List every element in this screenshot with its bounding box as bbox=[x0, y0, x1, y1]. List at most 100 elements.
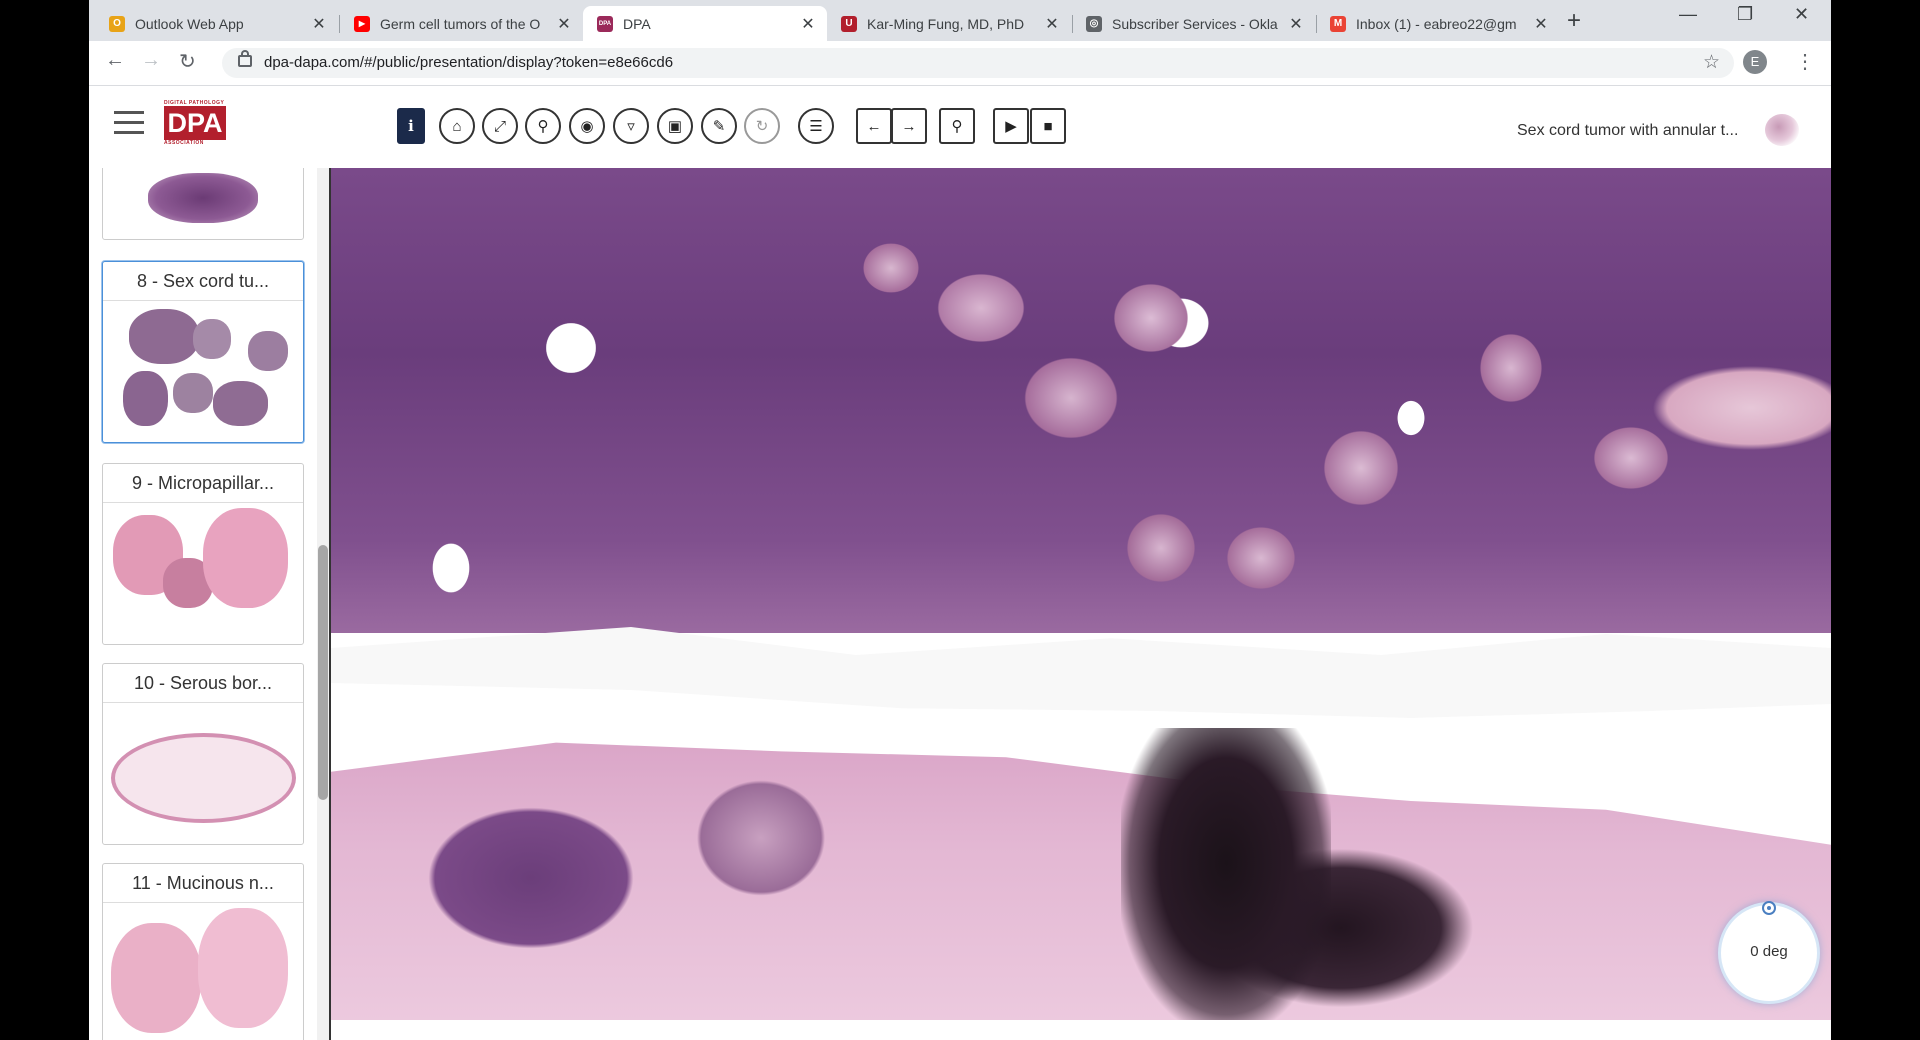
stop-icon: ■ bbox=[1043, 117, 1053, 135]
paperclip-icon: ⚲ bbox=[951, 118, 963, 135]
annotate-button[interactable]: ✎ bbox=[701, 108, 737, 144]
slide-label: 11 - Mucinous n... bbox=[103, 864, 303, 903]
tab-title: Germ cell tumors of the O bbox=[380, 15, 541, 32]
globe-icon: ◎ bbox=[1086, 15, 1102, 32]
dpa-icon: DPA bbox=[597, 15, 613, 32]
rotation-value: 0 deg bbox=[1750, 943, 1788, 960]
tab-kar-ming-fung[interactable]: U Kar-Ming Fung, MD, PhD ✕ bbox=[827, 6, 1071, 41]
monitor-icon: ▣ bbox=[667, 118, 683, 135]
dpa-logo[interactable]: DIGITAL PATHOLOGY DPA ASSOCIATION bbox=[164, 100, 228, 154]
tab-dpa[interactable]: DPA DPA ✕ bbox=[583, 6, 827, 41]
slide-viewer[interactable]: 0 deg bbox=[331, 168, 1831, 1020]
close-icon[interactable]: ✕ bbox=[1285, 14, 1307, 34]
video-camera-icon: ▶ bbox=[1005, 118, 1017, 135]
close-icon[interactable]: ✕ bbox=[1530, 14, 1552, 34]
attachment-button[interactable]: ⚲ bbox=[939, 108, 975, 144]
close-icon[interactable]: ✕ bbox=[553, 14, 575, 34]
slide-card-10[interactable]: 10 - Serous bor... bbox=[102, 663, 304, 845]
filter-icon: ▿ bbox=[627, 118, 635, 135]
reload-icon[interactable]: ↻ bbox=[179, 49, 196, 74]
display-button[interactable]: ▣ bbox=[657, 108, 693, 144]
logo-bottom-text: ASSOCIATION bbox=[164, 140, 204, 146]
video-button[interactable]: ▶ bbox=[993, 108, 1029, 144]
slide-thumbnail bbox=[103, 301, 303, 441]
slide-thumbnail bbox=[103, 503, 303, 643]
hamburger-menu-icon[interactable] bbox=[114, 111, 144, 135]
close-window-icon[interactable]: ✕ bbox=[1794, 4, 1809, 25]
slide-label: 10 - Serous bor... bbox=[103, 664, 303, 703]
new-tab-button[interactable]: + bbox=[1567, 7, 1581, 35]
slide-label: 9 - Micropapillar... bbox=[103, 464, 303, 503]
close-icon[interactable]: ✕ bbox=[797, 14, 819, 34]
rotation-handle[interactable] bbox=[1762, 901, 1776, 915]
slide-card-11[interactable]: 11 - Mucinous n... bbox=[102, 863, 304, 1040]
previous-slide-button[interactable]: ← bbox=[856, 108, 892, 144]
youtube-icon: ▶ bbox=[354, 15, 370, 32]
tab-title: Outlook Web App bbox=[135, 15, 244, 32]
stop-button[interactable]: ■ bbox=[1030, 108, 1066, 144]
address-bar[interactable]: dpa-dapa.com/#/public/presentation/displ… bbox=[222, 48, 1734, 78]
tab-strip: O Outlook Web App ✕ ▶ Germ cell tumors o… bbox=[89, 0, 1831, 41]
zoom-button[interactable]: ⚲ bbox=[525, 108, 561, 144]
magnifier-icon: ⚲ bbox=[537, 118, 549, 135]
browser-toolbar: ← → ↻ dpa-dapa.com/#/public/presentation… bbox=[89, 41, 1831, 86]
artifact-shadow bbox=[1121, 728, 1331, 1020]
ou-icon: U bbox=[841, 15, 857, 32]
tab-title: Kar-Ming Fung, MD, PhD bbox=[867, 15, 1025, 32]
slide-label: 8 - Sex cord tu... bbox=[103, 262, 303, 301]
close-icon[interactable]: ✕ bbox=[308, 14, 330, 34]
browser-menu-icon[interactable]: ⋮ bbox=[1795, 49, 1815, 74]
slide-card-previous[interactable] bbox=[102, 168, 304, 240]
tissue-image-upper bbox=[331, 168, 1831, 633]
slide-thumbnail bbox=[103, 903, 303, 1040]
snapshot-button[interactable]: ◉ bbox=[569, 108, 605, 144]
fullscreen-button[interactable]: ⤢ bbox=[482, 108, 518, 144]
rotate-button[interactable]: ↻ bbox=[744, 108, 780, 144]
tab-subscriber-services[interactable]: ◎ Subscriber Services - Okla ✕ bbox=[1072, 6, 1315, 41]
slide-thumbnail-avatar[interactable] bbox=[1765, 114, 1799, 146]
logo-main-text: DPA bbox=[164, 106, 226, 140]
outlook-icon: O bbox=[109, 15, 125, 32]
pencil-icon: ✎ bbox=[712, 118, 726, 135]
slide-card-9[interactable]: 9 - Micropapillar... bbox=[102, 463, 304, 645]
arrow-left-icon: ← bbox=[866, 117, 882, 135]
sidebar-scrollbar-thumb[interactable] bbox=[318, 545, 328, 800]
tab-title: Subscriber Services - Okla bbox=[1112, 15, 1278, 32]
rotate-icon: ↻ bbox=[755, 118, 769, 135]
slide-thumbnail bbox=[103, 703, 303, 843]
minimize-icon[interactable]: — bbox=[1679, 4, 1697, 25]
tab-outlook[interactable]: O Outlook Web App ✕ bbox=[95, 6, 338, 41]
tab-germ-cell[interactable]: ▶ Germ cell tumors of the O ✕ bbox=[340, 6, 583, 41]
camera-icon: ◉ bbox=[580, 118, 594, 135]
tissue-image-lower bbox=[331, 742, 1831, 1020]
slide-title: Sex cord tumor with annular t... bbox=[1517, 122, 1739, 139]
tab-title: DPA bbox=[623, 15, 651, 32]
url-text[interactable]: dpa-dapa.com/#/public/presentation/displ… bbox=[264, 54, 673, 71]
next-slide-button[interactable]: → bbox=[891, 108, 927, 144]
info-button[interactable]: i bbox=[397, 108, 425, 144]
home-icon: ⌂ bbox=[452, 117, 462, 135]
slide-thumbnail bbox=[103, 168, 303, 239]
browser-window: O Outlook Web App ✕ ▶ Germ cell tumors o… bbox=[89, 0, 1831, 1040]
close-icon[interactable]: ✕ bbox=[1041, 14, 1063, 34]
expand-icon: ⤢ bbox=[493, 117, 506, 135]
bookmark-star-icon[interactable]: ☆ bbox=[1703, 51, 1720, 74]
gmail-icon: M bbox=[1330, 15, 1346, 32]
arrow-right-icon: → bbox=[901, 117, 917, 135]
tab-gmail[interactable]: M Inbox (1) - eabreo22@gm ✕ bbox=[1316, 6, 1560, 41]
forward-icon[interactable]: → bbox=[141, 49, 161, 72]
restore-icon[interactable]: ❐ bbox=[1737, 4, 1753, 25]
list-icon: ☰ bbox=[809, 118, 823, 135]
tab-title: Inbox (1) - eabreo22@gm bbox=[1356, 15, 1517, 32]
back-icon[interactable]: ← bbox=[105, 49, 125, 72]
slide-list-button[interactable]: ☰ bbox=[798, 108, 834, 144]
home-button[interactable]: ⌂ bbox=[439, 108, 475, 144]
profile-avatar[interactable]: E bbox=[1743, 50, 1767, 74]
lock-icon bbox=[238, 50, 252, 67]
filter-button[interactable]: ▿ bbox=[613, 108, 649, 144]
rotation-control[interactable]: 0 deg bbox=[1718, 901, 1820, 1004]
slide-sidebar: 8 - Sex cord tu... 9 - Micropapillar... … bbox=[89, 168, 329, 1040]
app-header: DIGITAL PATHOLOGY DPA ASSOCIATION i ⌂ ⤢ … bbox=[89, 86, 1831, 168]
tissue-gap bbox=[331, 627, 1831, 718]
slide-card-8[interactable]: 8 - Sex cord tu... bbox=[102, 261, 304, 443]
